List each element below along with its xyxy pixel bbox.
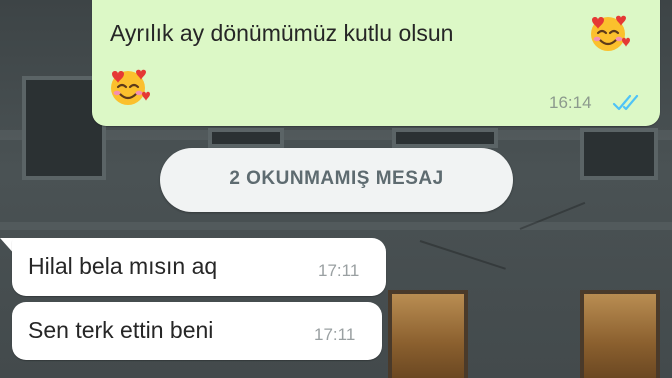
unread-messages-label: 2 OKUNMAMIŞ MESAJ	[229, 168, 444, 189]
outgoing-message-time: 16:14	[549, 93, 592, 112]
smiling-face-with-hearts-icon	[111, 69, 150, 105]
incoming-message-bubble[interactable]: Sen terk ettin beni 17:11	[12, 302, 382, 360]
incoming-message-time: 17:11	[314, 325, 356, 344]
wallpaper-crack	[419, 240, 506, 270]
wallpaper-window	[580, 128, 658, 180]
wallpaper-window	[208, 128, 284, 148]
wallpaper-ledge	[0, 222, 672, 230]
wallpaper-lit-window	[388, 290, 468, 378]
incoming-message-bubble[interactable]: Hilal bela mısın aq 17:11	[12, 238, 386, 296]
incoming-message-text: Hilal bela mısın aq	[28, 253, 218, 279]
chat-screen: Ayrılık ay dönümümüz kutlu olsun 16:14 2…	[0, 0, 672, 378]
incoming-message-text: Sen terk ettin beni	[28, 317, 214, 343]
outgoing-message-text: Ayrılık ay dönümümüz kutlu olsun	[110, 20, 454, 46]
smiling-face-with-hearts-icon	[591, 15, 630, 51]
wallpaper-window	[392, 128, 498, 148]
unread-messages-divider: 2 OKUNMAMIŞ MESAJ	[160, 148, 513, 212]
outgoing-message-bubble[interactable]: Ayrılık ay dönümümüz kutlu olsun 16:14	[92, 0, 660, 126]
read-receipt-icon	[612, 94, 639, 111]
incoming-message-time: 17:11	[318, 261, 360, 280]
wallpaper-lit-window	[580, 290, 660, 378]
